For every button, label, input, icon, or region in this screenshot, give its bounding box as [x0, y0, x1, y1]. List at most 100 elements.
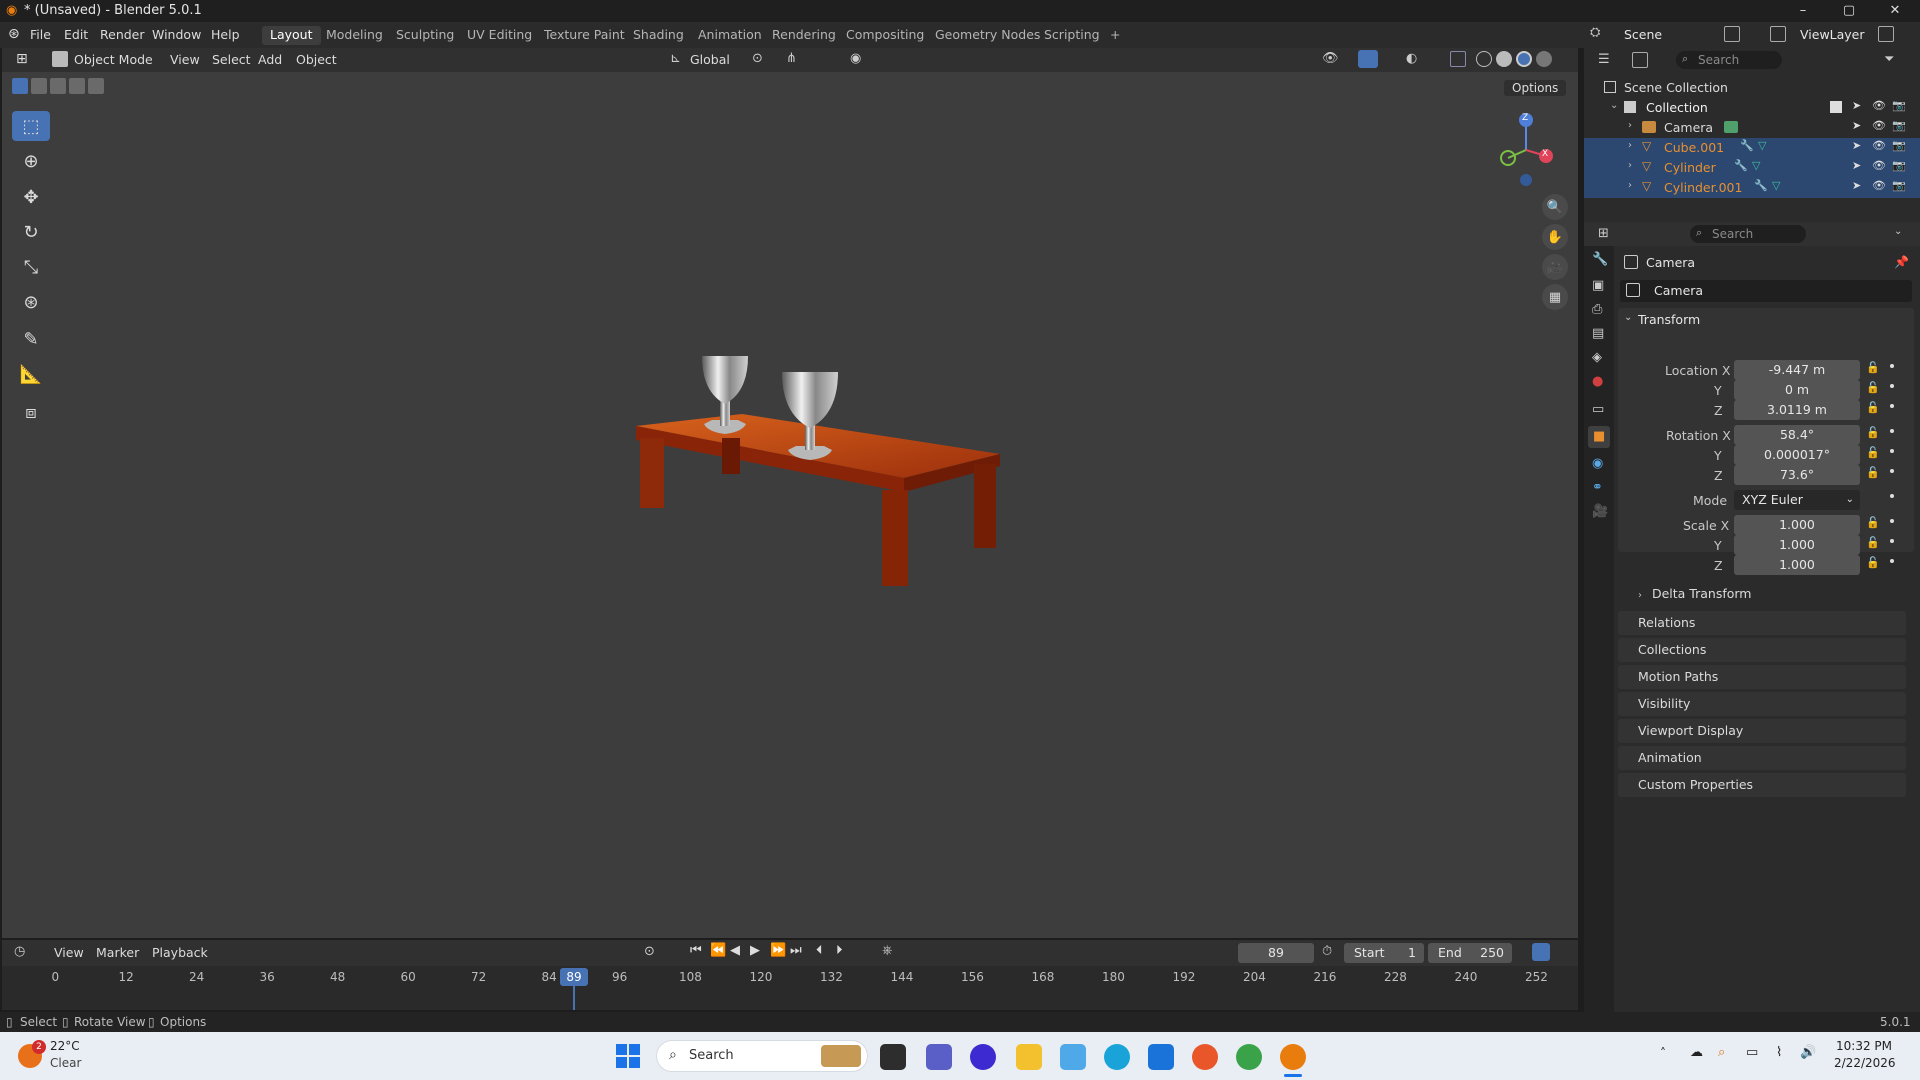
select-subtract-icon[interactable]	[50, 78, 66, 94]
weather-desc[interactable]: Clear	[50, 1056, 81, 1070]
render-tab-icon[interactable]: ▣	[1592, 278, 1604, 293]
app-icon[interactable]	[970, 1044, 996, 1070]
chevron-down-icon[interactable]: ⌄	[1894, 226, 1902, 237]
section-relations[interactable]: Relations	[1618, 611, 1906, 635]
perspective-grid-icon[interactable]: ▦	[1542, 284, 1568, 310]
next-keyframe-icon[interactable]: ⏩	[770, 943, 786, 958]
visibility-eye-icon[interactable]: 👁	[1872, 139, 1886, 152]
scale-y-field[interactable]: 1.000	[1734, 535, 1860, 555]
minimize-button[interactable]: –	[1780, 0, 1826, 22]
selectable-toggle-icon[interactable]: ➤	[1852, 179, 1861, 192]
current-frame-field[interactable]: 89	[1238, 943, 1314, 963]
menu-render[interactable]: Render	[100, 27, 145, 42]
tray-chevron-icon[interactable]: ˄	[1660, 1046, 1666, 1060]
object-name-field[interactable]: Camera	[1620, 280, 1912, 302]
selectable-toggle-icon[interactable]: ➤	[1852, 139, 1861, 152]
next-frame-icon[interactable]: ⏵	[836, 943, 843, 958]
lock-icon[interactable]: 🔓	[1866, 426, 1880, 439]
section-viewport-display[interactable]: Viewport Display	[1618, 719, 1906, 743]
outliner-item-cylinder[interactable]: › ▽ Cylinder 🔧 ▽ ➤ 👁 📷	[1584, 158, 1920, 178]
rotation-y-field[interactable]: 0.000017°	[1734, 445, 1860, 465]
include-checkbox[interactable]	[1830, 101, 1842, 113]
play-icon[interactable]: ▶	[750, 943, 760, 958]
keyframe-dot[interactable]	[1890, 519, 1894, 523]
object-data-tab-icon[interactable]: 🎥	[1592, 504, 1608, 519]
menu-window[interactable]: Window	[152, 27, 201, 42]
outliner-item-cylinder-001[interactable]: › ▽ Cylinder.001 🔧 ▽ ➤ 👁 📷	[1584, 178, 1920, 198]
select-box-tool-icon[interactable]: ⬚	[12, 111, 50, 141]
visibility-eye-icon[interactable]: 👁	[1872, 159, 1886, 172]
select-extend-icon[interactable]	[31, 78, 47, 94]
3d-viewport[interactable]: Options ⬚ ⊕ ✥ ↻ ⤡ ⊛ ✎ 📐 ⧈ Z X 🔍 ✋ 🎥 ▦	[2, 72, 1578, 938]
menu-edit[interactable]: Edit	[64, 27, 88, 42]
transform-expand-icon[interactable]: ⌄	[1624, 312, 1632, 323]
scale-z-field[interactable]: 1.000	[1734, 555, 1860, 575]
world-tab-icon[interactable]: ●	[1592, 374, 1603, 389]
expand-chevron-icon[interactable]: ›	[1628, 120, 1632, 131]
outliner-item-camera[interactable]: › Camera ➤ 👁 📷	[1584, 118, 1920, 138]
menu-help[interactable]: Help	[211, 27, 240, 42]
filter-icon[interactable]: ⏷	[1884, 52, 1894, 67]
cursor-tool-icon[interactable]: ⊕	[12, 146, 50, 176]
properties-editor-icon[interactable]: ⊞	[1598, 226, 1609, 241]
close-button[interactable]: ✕	[1872, 0, 1918, 22]
transform-header[interactable]: Transform	[1638, 312, 1700, 327]
material-shading-icon[interactable]	[1516, 51, 1532, 67]
options-dropdown[interactable]: Options	[1504, 80, 1567, 96]
keyframe-dot[interactable]	[1890, 559, 1894, 563]
tab-compositing[interactable]: Compositing	[838, 26, 932, 45]
pin-icon[interactable]: 📌	[1894, 255, 1909, 269]
section-visibility[interactable]: Visibility	[1618, 692, 1906, 716]
tab-sculpting[interactable]: Sculpting	[388, 26, 462, 45]
timeline-menu-playback[interactable]: Playback	[152, 945, 208, 960]
new-viewlayer-icon[interactable]	[1878, 26, 1894, 42]
keying-set-icon[interactable]: ⎈	[882, 943, 892, 958]
render-camera-icon[interactable]: 📷	[1892, 139, 1906, 152]
lock-icon[interactable]: 🔓	[1866, 381, 1880, 394]
timeline-editor-icon[interactable]: ◷	[14, 944, 25, 959]
expand-chevron-icon[interactable]: ›	[1628, 140, 1632, 151]
constraints-tab-icon[interactable]: ⚭	[1592, 480, 1603, 495]
render-camera-icon[interactable]: 📷	[1892, 179, 1906, 192]
select-invert-icon[interactable]	[69, 78, 85, 94]
scale-tool-icon[interactable]: ⤡	[12, 252, 50, 282]
overlays-icon[interactable]: ◐	[1406, 51, 1417, 66]
tab-modeling[interactable]: Modeling	[318, 26, 391, 45]
lock-icon[interactable]: 🔓	[1866, 361, 1880, 374]
section-motion-paths[interactable]: Motion Paths	[1618, 665, 1906, 689]
tray-cloud-icon[interactable]: ☁	[1690, 1045, 1703, 1060]
tab-layout[interactable]: Layout	[262, 26, 321, 45]
object-mode-dropdown[interactable]: Object Mode	[74, 52, 153, 67]
tab-texture-paint[interactable]: Texture Paint	[536, 26, 633, 45]
editor-type-icon[interactable]: ⊞	[16, 51, 28, 67]
selectable-toggle-icon[interactable]: ➤	[1852, 99, 1861, 112]
output-tab-icon[interactable]: ⎙	[1592, 302, 1602, 317]
delta-transform-subpanel[interactable]: › Delta Transform	[1638, 586, 1751, 601]
expand-chevron-icon[interactable]: ›	[1628, 160, 1632, 171]
lock-icon[interactable]: 🔓	[1866, 556, 1880, 569]
navigation-gizmo[interactable]: Z X	[1488, 108, 1568, 188]
section-collections[interactable]: Collections	[1618, 638, 1906, 662]
rotation-mode-dropdown[interactable]: XYZ Euler ⌄	[1734, 490, 1860, 510]
playhead-frame-indicator[interactable]: 89	[560, 968, 588, 986]
location-z-field[interactable]: 3.0119 m	[1734, 400, 1860, 420]
visibility-eye-icon[interactable]: 👁	[1872, 119, 1886, 132]
outliner-editor-icon[interactable]: ☰	[1598, 52, 1610, 67]
select-intersect-icon[interactable]	[88, 78, 104, 94]
keyframe-dot[interactable]	[1890, 539, 1894, 543]
auto-keying-icon[interactable]: ⊙	[644, 944, 655, 959]
tab-animation[interactable]: Animation	[690, 26, 770, 45]
visibility-eye-icon[interactable]: 👁	[1872, 99, 1886, 112]
rendered-shading-icon[interactable]	[1536, 51, 1552, 67]
outliner-item-cube-001[interactable]: › ▽ Cube.001 🔧 ▽ ➤ 👁 📷	[1584, 138, 1920, 158]
orientation-dropdown[interactable]: Global	[690, 52, 730, 67]
task-view-icon[interactable]	[880, 1044, 906, 1070]
section-custom-properties[interactable]: Custom Properties	[1618, 773, 1906, 797]
tray-display-icon[interactable]: ▭	[1746, 1045, 1758, 1060]
firefox-icon[interactable]	[1192, 1044, 1218, 1070]
selection-mode-buttons[interactable]	[12, 78, 106, 94]
collection-tab-icon[interactable]: ▭	[1592, 402, 1604, 417]
measure-tool-icon[interactable]: 📐	[12, 359, 50, 389]
tab-shading[interactable]: Shading	[625, 26, 692, 45]
render-camera-icon[interactable]: 📷	[1892, 159, 1906, 172]
